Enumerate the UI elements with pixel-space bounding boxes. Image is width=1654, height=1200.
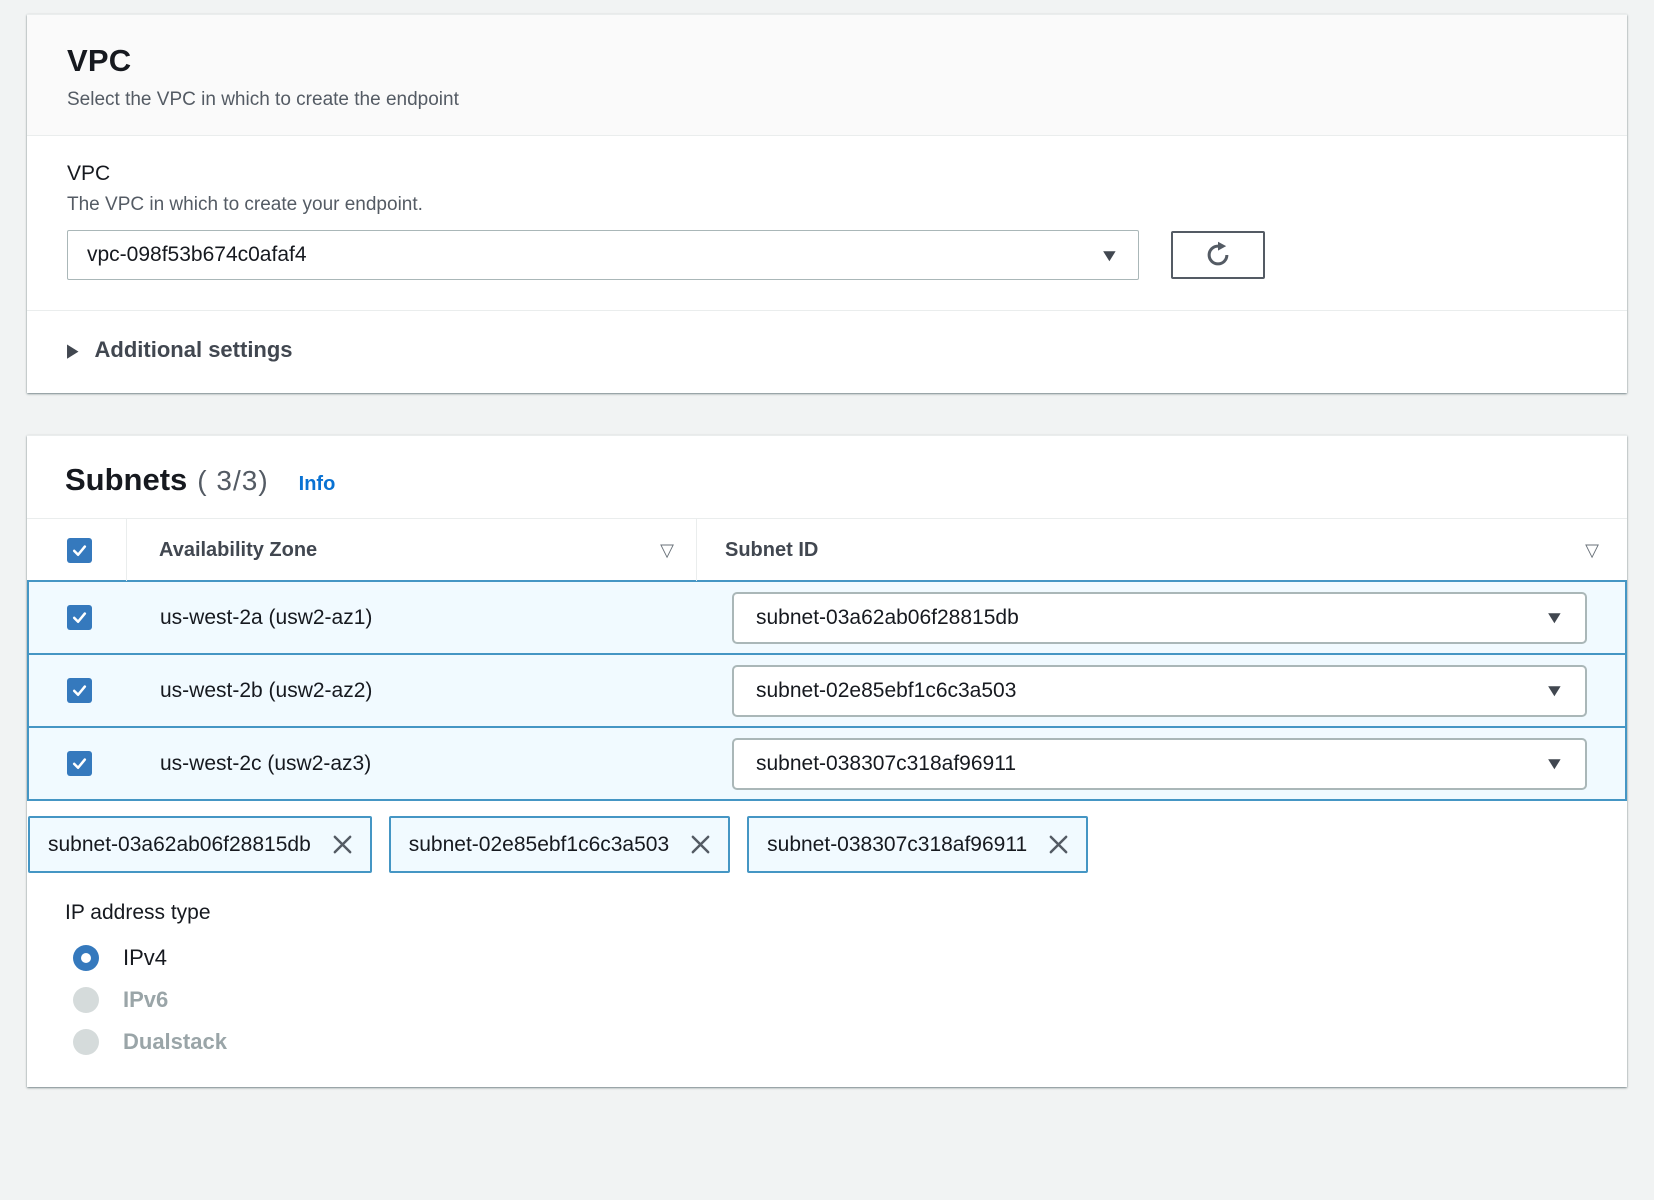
page: VPC Select the VPC in which to create th… (0, 0, 1654, 1087)
row-checkbox-cell (29, 605, 128, 630)
radio-label: IPv4 (123, 945, 167, 971)
vpc-card-body: VPC The VPC in which to create your endp… (27, 136, 1627, 310)
vpc-card-description: Select the VPC in which to create the en… (67, 89, 1587, 111)
subnet-select-value: subnet-03a62ab06f28815db (756, 606, 1019, 630)
dismiss-token-button[interactable] (331, 833, 354, 856)
row-checkbox[interactable] (67, 751, 92, 776)
table-row: us-west-2c (usw2-az3) subnet-038307c318a… (27, 726, 1627, 801)
header-subnet-cell: Subnet ID ▽ (696, 519, 1627, 581)
chevron-down-icon: ▼ (1544, 609, 1565, 626)
subnet-token: subnet-038307c318af96911 (747, 816, 1088, 873)
availability-zone: us-west-2c (usw2-az3) (128, 752, 698, 776)
radio-option-ipv6: IPv6 (73, 987, 1589, 1013)
close-icon (1047, 833, 1070, 856)
subnet-select[interactable]: subnet-03a62ab06f28815db ▼ (732, 592, 1587, 644)
table-row: us-west-2a (usw2-az1) subnet-03a62ab06f2… (27, 580, 1627, 655)
subnet-sort-icon[interactable]: ▽ (1585, 540, 1599, 561)
subnet-token-label: subnet-038307c318af96911 (767, 833, 1027, 857)
subnet-token-label: subnet-03a62ab06f28815db (48, 833, 311, 857)
radio-option-ipv4[interactable]: IPv4 (73, 945, 1589, 971)
availability-zone: us-west-2a (usw2-az1) (128, 606, 698, 630)
close-icon (689, 833, 712, 856)
caret-right-icon: ▶ (67, 339, 79, 362)
az-sort-icon[interactable]: ▽ (660, 540, 674, 561)
subnet-token-label: subnet-02e85ebf1c6c3a503 (409, 833, 669, 857)
vpc-select[interactable]: vpc-098f53b674c0afaf4 ▼ (67, 230, 1139, 280)
subnet-token: subnet-03a62ab06f28815db (28, 816, 372, 873)
subnets-card-header: Subnets ( 3/3) Info (27, 436, 1627, 518)
chevron-down-icon: ▼ (1544, 682, 1565, 699)
vpc-field-description: The VPC in which to create your endpoint… (67, 194, 1587, 216)
subnets-card: Subnets ( 3/3) Info Availability Zone ▽ … (27, 435, 1627, 1087)
row-checkbox[interactable] (67, 605, 92, 630)
vpc-select-value: vpc-098f53b674c0afaf4 (87, 243, 307, 267)
subnet-select-value: subnet-02e85ebf1c6c3a503 (756, 679, 1016, 703)
az-column-label: Availability Zone (159, 539, 317, 562)
select-all-checkbox[interactable] (67, 538, 92, 563)
subnet-column-label: Subnet ID (725, 539, 818, 562)
subnet-cell: subnet-02e85ebf1c6c3a503 ▼ (698, 665, 1625, 717)
subnet-token: subnet-02e85ebf1c6c3a503 (389, 816, 730, 873)
selected-subnet-tokens: subnet-03a62ab06f28815db subnet-02e85ebf… (28, 816, 1627, 873)
radio-label: IPv6 (123, 987, 168, 1013)
additional-settings-label: Additional settings (95, 337, 293, 363)
vpc-card-title: VPC (67, 43, 1587, 79)
radio-disabled-icon (73, 987, 99, 1013)
info-link[interactable]: Info (299, 473, 336, 496)
ip-address-type-section: IP address type IPv4 IPv6 Dualstack (27, 873, 1627, 1087)
radio-disabled-icon (73, 1029, 99, 1055)
row-checkbox[interactable] (67, 678, 92, 703)
subnets-table-header: Availability Zone ▽ Subnet ID ▽ (27, 518, 1627, 582)
radio-selected-icon[interactable] (73, 945, 99, 971)
subnets-title: Subnets (65, 462, 187, 498)
availability-zone: us-west-2b (usw2-az2) (128, 679, 698, 703)
chevron-down-icon: ▼ (1099, 247, 1120, 264)
subnet-cell: subnet-038307c318af96911 ▼ (698, 738, 1625, 790)
radio-option-dualstack: Dualstack (73, 1029, 1589, 1055)
refresh-button[interactable] (1171, 231, 1265, 279)
additional-settings-expander[interactable]: ▶ Additional settings (67, 337, 293, 363)
radio-label: Dualstack (123, 1029, 227, 1055)
row-checkbox-cell (29, 678, 128, 703)
vpc-card-header: VPC Select the VPC in which to create th… (27, 15, 1627, 136)
header-checkbox-cell (27, 538, 126, 563)
subnet-select-value: subnet-038307c318af96911 (756, 752, 1016, 776)
dismiss-token-button[interactable] (1047, 833, 1070, 856)
subnet-select[interactable]: subnet-02e85ebf1c6c3a503 ▼ (732, 665, 1587, 717)
subnet-select[interactable]: subnet-038307c318af96911 ▼ (732, 738, 1587, 790)
row-checkbox-cell (29, 751, 128, 776)
chevron-down-icon: ▼ (1544, 755, 1565, 772)
card-gap (27, 393, 1627, 435)
refresh-icon (1204, 241, 1232, 269)
vpc-card: VPC Select the VPC in which to create th… (27, 14, 1627, 393)
header-az-cell: Availability Zone ▽ (126, 519, 696, 581)
dismiss-token-button[interactable] (689, 833, 712, 856)
vpc-field-label: VPC (67, 162, 1587, 186)
subnet-cell: subnet-03a62ab06f28815db ▼ (698, 592, 1625, 644)
close-icon (331, 833, 354, 856)
ip-address-type-options: IPv4 IPv6 Dualstack (65, 945, 1589, 1087)
table-row: us-west-2b (usw2-az2) subnet-02e85ebf1c6… (27, 653, 1627, 728)
vpc-card-footer: ▶ Additional settings (27, 310, 1627, 393)
subnets-count: ( 3/3) (197, 465, 268, 497)
ip-address-type-label: IP address type (65, 901, 1589, 925)
vpc-field-row: vpc-098f53b674c0afaf4 ▼ (67, 230, 1587, 280)
